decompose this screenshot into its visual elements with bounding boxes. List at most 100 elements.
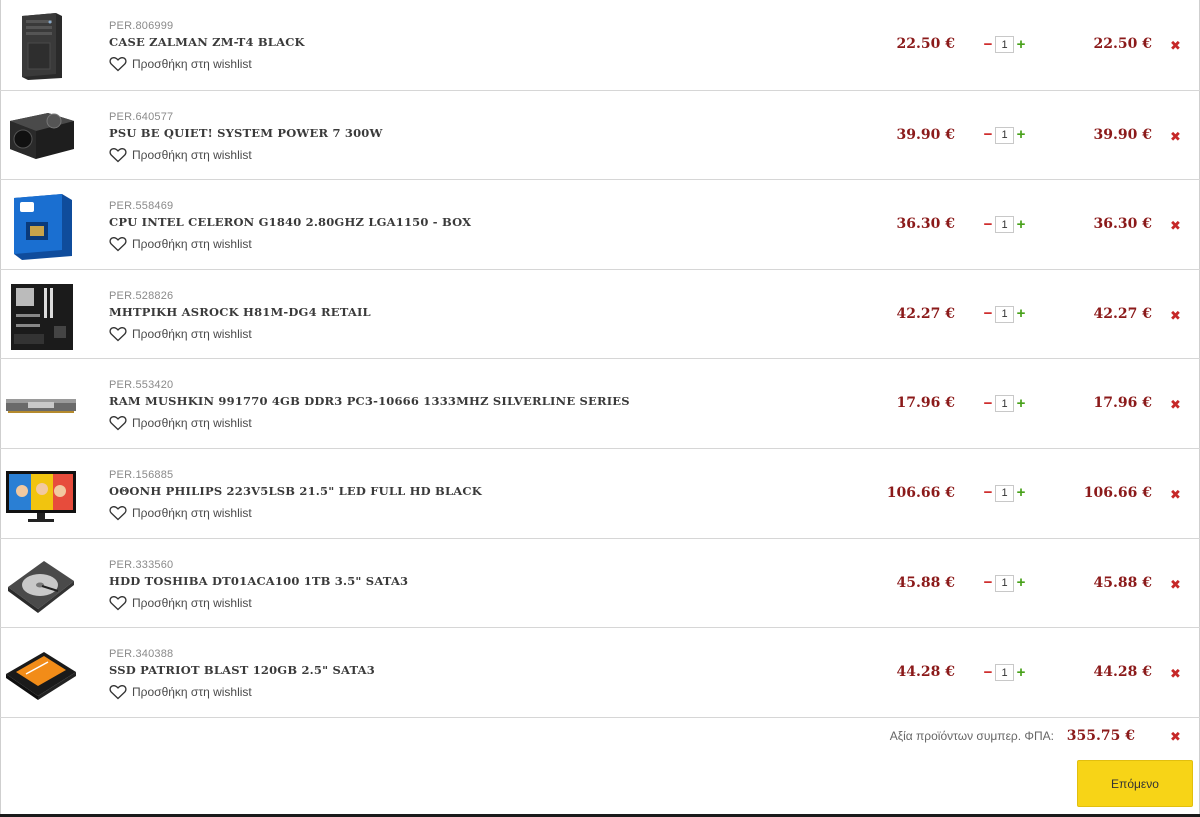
plus-icon[interactable]: + (1016, 396, 1026, 411)
line-total: 22.50 € (1093, 36, 1152, 52)
plus-icon[interactable]: + (1016, 127, 1026, 142)
product-name[interactable]: RAM MUSHKIN 991770 4GB DDR3 PC3-10666 13… (109, 394, 630, 408)
wishlist-label: Προσθήκη στη wishlist (132, 505, 252, 520)
plus-icon[interactable]: + (1016, 575, 1026, 590)
quantity-input[interactable] (995, 484, 1014, 502)
product-name[interactable]: HDD TOSHIBA DT01ACA100 1TB 3.5" SATA3 (109, 574, 408, 588)
monitor-image[interactable] (4, 457, 78, 531)
product-name[interactable]: SSD PATRIOT BLAST 120GB 2.5" SATA3 (109, 663, 375, 677)
product-sku: PER.558469 (109, 200, 174, 213)
cart-row: PER.333560 HDD TOSHIBA DT01ACA100 1TB 3.… (0, 537, 1200, 628)
product-name[interactable]: ΟΘΟΝΗ PHILIPS 223V5LSB 21.5" LED FULL HD… (109, 484, 482, 498)
minus-icon[interactable]: − (983, 485, 993, 500)
minus-icon[interactable]: − (983, 575, 993, 590)
heart-outline-icon (109, 326, 127, 342)
wishlist-label: Προσθήκη στη wishlist (132, 57, 252, 71)
minus-icon[interactable]: − (983, 665, 993, 680)
plus-icon[interactable]: + (1016, 217, 1026, 232)
wishlist-label: Προσθήκη στη wishlist (132, 326, 252, 341)
cart-row: PER.528826 ΜΗΤΡΙΚΗ ASROCK H81M-DG4 RETAI… (0, 268, 1200, 359)
quantity-stepper: − + (983, 36, 1026, 53)
heart-outline-icon (109, 595, 127, 610)
product-sku: PER.340388 (109, 648, 174, 661)
quantity-stepper: − + (983, 395, 1026, 413)
quantity-stepper: − + (983, 216, 1026, 234)
cart-row: PER.558469 CPU INTEL CELERON G1840 2.80G… (0, 179, 1200, 269)
ssd-image[interactable] (4, 636, 78, 710)
add-to-wishlist-link[interactable]: Προσθήκη στη wishlist (109, 505, 252, 521)
line-total: 106.66 € (1083, 484, 1152, 501)
unit-price: 17.96 € (896, 395, 955, 412)
wishlist-label: Προσθήκη στη wishlist (132, 595, 252, 610)
next-button[interactable]: Επόμενο (1077, 760, 1193, 807)
add-to-wishlist-link[interactable]: Προσθήκη στη wishlist (109, 684, 252, 700)
cart-row: PER.156885 ΟΘΟΝΗ PHILIPS 223V5LSB 21.5" … (0, 447, 1200, 538)
pc-case-image[interactable] (4, 8, 78, 82)
cpu-box-image[interactable] (4, 188, 78, 262)
add-to-wishlist-link[interactable]: Προσθήκη στη wishlist (109, 595, 252, 611)
remove-item-icon[interactable]: ✖ (1170, 38, 1181, 54)
product-name[interactable]: CASE ZALMAN ZM-T4 BLACK (109, 35, 305, 49)
quantity-input[interactable] (995, 126, 1014, 144)
minus-icon[interactable]: − (983, 127, 993, 142)
add-to-wishlist-link[interactable]: Προσθήκη στη wishlist (109, 147, 252, 163)
quantity-stepper: − + (983, 305, 1026, 323)
unit-price: 42.27 € (896, 305, 955, 322)
plus-icon[interactable]: + (1016, 485, 1026, 500)
quantity-input[interactable] (995, 216, 1014, 234)
add-to-wishlist-link[interactable]: Προσθήκη στη wishlist (109, 56, 252, 72)
line-total: 44.28 € (1093, 664, 1152, 681)
heart-outline-icon (109, 147, 127, 162)
wishlist-label: Προσθήκη στη wishlist (132, 237, 252, 252)
cart-items-list: PER.806999 CASE ZALMAN ZM-T4 BLACK Προσθ… (0, 0, 1200, 717)
quantity-input[interactable] (995, 305, 1014, 323)
remove-item-icon[interactable]: ✖ (1170, 218, 1181, 234)
quantity-input[interactable] (995, 395, 1014, 413)
add-to-wishlist-link[interactable]: Προσθήκη στη wishlist (109, 236, 252, 252)
product-name[interactable]: PSU BE QUIET! SYSTEM POWER 7 300W (109, 126, 383, 140)
plus-icon[interactable]: + (1016, 306, 1026, 321)
product-sku: PER.528826 (109, 289, 174, 302)
product-sku: PER.640577 (109, 110, 174, 123)
minus-icon[interactable]: − (983, 37, 993, 52)
line-total: 39.90 € (1093, 126, 1152, 143)
unit-price: 39.90 € (896, 126, 955, 143)
product-sku: PER.806999 (109, 20, 174, 32)
remove-item-icon[interactable]: ✖ (1170, 129, 1181, 145)
remove-item-icon[interactable]: ✖ (1170, 308, 1181, 324)
unit-price: 22.50 € (896, 36, 955, 52)
add-to-wishlist-link[interactable]: Προσθήκη στη wishlist (109, 415, 252, 431)
line-total: 36.30 € (1093, 216, 1152, 233)
cart-row: PER.806999 CASE ZALMAN ZM-T4 BLACK Προσθ… (0, 0, 1200, 90)
remove-item-icon[interactable]: ✖ (1170, 577, 1181, 593)
product-name[interactable]: ΜΗΤΡΙΚΗ ASROCK H81M-DG4 RETAIL (109, 305, 371, 319)
motherboard-image[interactable] (4, 278, 78, 352)
quantity-input[interactable] (995, 36, 1014, 53)
quantity-input[interactable] (995, 574, 1014, 592)
minus-icon[interactable]: − (983, 217, 993, 232)
heart-outline-icon (109, 237, 127, 252)
subtotal-label: Αξία προϊόντων συμπερ. ΦΠΑ: (889, 729, 1054, 743)
add-to-wishlist-link[interactable]: Προσθήκη στη wishlist (109, 326, 252, 342)
remove-item-icon[interactable]: ✖ (1170, 487, 1181, 503)
quantity-stepper: − + (983, 484, 1026, 502)
ram-image[interactable] (4, 367, 78, 441)
remove-item-icon[interactable]: ✖ (1170, 397, 1181, 413)
product-sku: PER.553420 (109, 379, 174, 392)
wishlist-label: Προσθήκη στη wishlist (132, 147, 252, 162)
psu-image[interactable] (4, 99, 78, 173)
quantity-input[interactable] (995, 664, 1014, 682)
hdd-image[interactable] (4, 547, 78, 621)
clear-cart-icon[interactable]: ✖ (1170, 729, 1181, 745)
plus-icon[interactable]: + (1016, 665, 1026, 680)
quantity-stepper: − + (983, 126, 1026, 144)
minus-icon[interactable]: − (983, 306, 993, 321)
product-name[interactable]: CPU INTEL CELERON G1840 2.80GHZ LGA1150 … (109, 215, 471, 229)
plus-icon[interactable]: + (1016, 37, 1026, 52)
line-total: 45.88 € (1093, 574, 1152, 591)
unit-price: 36.30 € (896, 216, 955, 233)
wishlist-label: Προσθήκη στη wishlist (132, 416, 252, 431)
minus-icon[interactable]: − (983, 396, 993, 411)
subtotal-value: 355.75 € (1066, 728, 1135, 744)
remove-item-icon[interactable]: ✖ (1170, 666, 1181, 682)
